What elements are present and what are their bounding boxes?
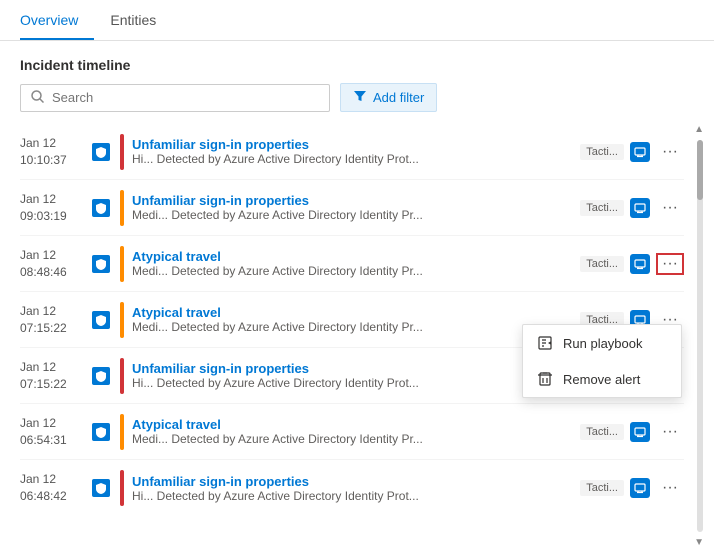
remove-alert-menu-item[interactable]: Remove alert: [523, 361, 681, 397]
scrollbar-thumb[interactable]: [697, 140, 703, 200]
list-item: Jan 12 06:54:31 Atypical travel Medi... …: [20, 404, 684, 460]
alert-icon-wrap: [628, 254, 652, 274]
playbook-icon: [537, 335, 553, 351]
severity-bar: [120, 414, 124, 450]
timeline-area: Jan 12 10:10:37 Unfamiliar sign-in prope…: [0, 124, 714, 548]
item-subtitle: Medi... Detected by Azure Active Directo…: [132, 208, 574, 222]
alert-badge: [630, 478, 650, 498]
search-icon: [31, 90, 44, 106]
alert-badge: [630, 254, 650, 274]
item-content: Unfamiliar sign-in properties Medi... De…: [132, 193, 574, 222]
shield-icon-wrap: [90, 255, 112, 273]
shield-icon-wrap: [90, 423, 112, 441]
search-input[interactable]: [52, 90, 319, 105]
remove-icon: [537, 371, 553, 387]
item-subtitle: Hi... Detected by Azure Active Directory…: [132, 489, 574, 503]
item-tag: Tacti...: [580, 144, 624, 160]
item-title[interactable]: Unfamiliar sign-in properties: [132, 193, 574, 208]
item-tag: Tacti...: [580, 200, 624, 216]
item-tag: Tacti...: [580, 424, 624, 440]
shield-icon: [92, 479, 110, 497]
alert-badge: [630, 142, 650, 162]
item-date: Jan 12 07:15:22: [20, 359, 90, 393]
item-title[interactable]: Atypical travel: [132, 417, 574, 432]
item-tag: Tacti...: [580, 256, 624, 272]
tab-overview[interactable]: Overview: [20, 0, 94, 40]
shield-icon: [92, 143, 110, 161]
item-date: Jan 12 09:03:19: [20, 191, 90, 225]
alert-icon-wrap: [628, 478, 652, 498]
list-item: Jan 12 10:10:37 Unfamiliar sign-in prope…: [20, 124, 684, 180]
item-title[interactable]: Unfamiliar sign-in properties: [132, 137, 574, 152]
item-date: Jan 12 08:48:46: [20, 247, 90, 281]
shield-icon-wrap: [90, 199, 112, 217]
item-date: Jan 12 06:54:31: [20, 415, 90, 449]
more-button[interactable]: ···: [656, 423, 684, 441]
severity-bar: [120, 134, 124, 170]
more-button[interactable]: ···: [656, 143, 684, 161]
shield-icon-wrap: [90, 143, 112, 161]
item-title[interactable]: Atypical travel: [132, 249, 574, 264]
item-subtitle: Medi... Detected by Azure Active Directo…: [132, 264, 574, 278]
item-subtitle: Hi... Detected by Azure Active Directory…: [132, 152, 574, 166]
item-title[interactable]: Unfamiliar sign-in properties: [132, 474, 574, 489]
severity-bar: [120, 246, 124, 282]
shield-icon-wrap: [90, 367, 112, 385]
shield-icon: [92, 199, 110, 217]
item-subtitle: Hi... Detected by Azure Active Directory…: [132, 376, 574, 390]
tab-bar: Overview Entities: [0, 0, 714, 41]
section-title: Incident timeline: [0, 41, 714, 83]
scrollbar-track: [697, 140, 703, 532]
context-menu: Run playbook Remove alert: [522, 324, 682, 398]
shield-icon-wrap: [90, 311, 112, 329]
shield-icon: [92, 423, 110, 441]
main-container: Overview Entities Incident timeline Add …: [0, 0, 714, 548]
search-box[interactable]: [20, 84, 330, 112]
run-playbook-menu-item[interactable]: Run playbook: [523, 325, 681, 361]
item-title[interactable]: Unfamiliar sign-in properties: [132, 361, 574, 376]
filter-icon: [353, 89, 367, 106]
shield-icon-wrap: [90, 479, 112, 497]
severity-bar: [120, 358, 124, 394]
more-button[interactable]: ···: [656, 199, 684, 217]
add-filter-label: Add filter: [373, 90, 424, 105]
tab-entities[interactable]: Entities: [110, 0, 172, 40]
item-title[interactable]: Atypical travel: [132, 305, 574, 320]
item-content: Atypical travel Medi... Detected by Azur…: [132, 249, 574, 278]
item-date: Jan 12 07:15:22: [20, 303, 90, 337]
alert-badge: [630, 198, 650, 218]
list-item: Jan 12 08:48:46 Atypical travel Medi... …: [20, 236, 684, 292]
alert-icon-wrap: [628, 422, 652, 442]
add-filter-button[interactable]: Add filter: [340, 83, 437, 112]
alert-icon-wrap: [628, 198, 652, 218]
item-date: Jan 12 10:10:37: [20, 135, 90, 169]
scroll-down-arrow[interactable]: ▼: [694, 537, 704, 548]
alert-icon-wrap: [628, 142, 652, 162]
item-content: Unfamiliar sign-in properties Hi... Dete…: [132, 361, 574, 390]
item-date: Jan 12 06:48:42: [20, 471, 90, 505]
shield-icon: [92, 255, 110, 273]
item-subtitle: Medi... Detected by Azure Active Directo…: [132, 432, 574, 446]
search-bar-area: Add filter: [0, 83, 714, 124]
severity-bar: [120, 470, 124, 506]
item-subtitle: Medi... Detected by Azure Active Directo…: [132, 320, 574, 334]
list-item: Jan 12 09:03:19 Unfamiliar sign-in prope…: [20, 180, 684, 236]
shield-icon: [92, 367, 110, 385]
remove-alert-label: Remove alert: [563, 372, 640, 387]
item-content: Unfamiliar sign-in properties Hi... Dete…: [132, 137, 574, 166]
item-content: Atypical travel Medi... Detected by Azur…: [132, 305, 574, 334]
alert-badge: [630, 422, 650, 442]
list-item: Jan 12 06:48:42 Unfamiliar sign-in prope…: [20, 460, 684, 516]
item-tag: Tacti...: [580, 480, 624, 496]
severity-bar: [120, 190, 124, 226]
scrollbar[interactable]: ▲ ▼: [696, 124, 704, 548]
more-button[interactable]: ···: [656, 479, 684, 497]
item-content: Atypical travel Medi... Detected by Azur…: [132, 417, 574, 446]
shield-icon: [92, 311, 110, 329]
item-content: Unfamiliar sign-in properties Hi... Dete…: [132, 474, 574, 503]
scroll-up-arrow[interactable]: ▲: [694, 124, 704, 135]
more-button-active[interactable]: ···: [656, 253, 684, 275]
run-playbook-label: Run playbook: [563, 336, 643, 351]
severity-bar: [120, 302, 124, 338]
